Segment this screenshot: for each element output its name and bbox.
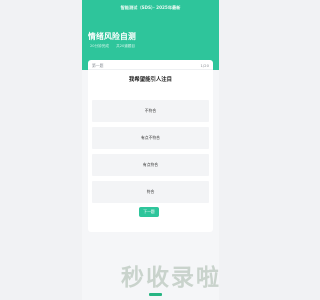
option-2[interactable]: 有点不符合 <box>92 127 209 149</box>
option-3[interactable]: 有点符合 <box>92 154 209 176</box>
app-window: 智能测试（SDS）· 2025年最新 情绪风险自测 20分钟完成 共20道题目 … <box>82 0 219 300</box>
question-text: 我希望能引人注目 <box>128 77 173 83</box>
meta-duration: 20分钟完成 <box>90 44 109 48</box>
watermark-logo <box>149 293 162 296</box>
test-title: 情绪风险自测 <box>88 32 136 41</box>
question-progress: 1/20 <box>200 63 209 68</box>
divider <box>88 69 213 70</box>
next-button[interactable]: 下一题 <box>139 207 159 217</box>
test-meta: 20分钟完成 共20道题目 <box>90 44 141 49</box>
watermark: 秒收录啦 <box>121 265 221 291</box>
option-4[interactable]: 符合 <box>92 181 209 203</box>
option-1[interactable]: 不符合 <box>92 100 209 122</box>
app-title: 智能测试（SDS）· 2025年最新 <box>120 5 181 10</box>
meta-count: 共20道题目 <box>116 44 136 48</box>
